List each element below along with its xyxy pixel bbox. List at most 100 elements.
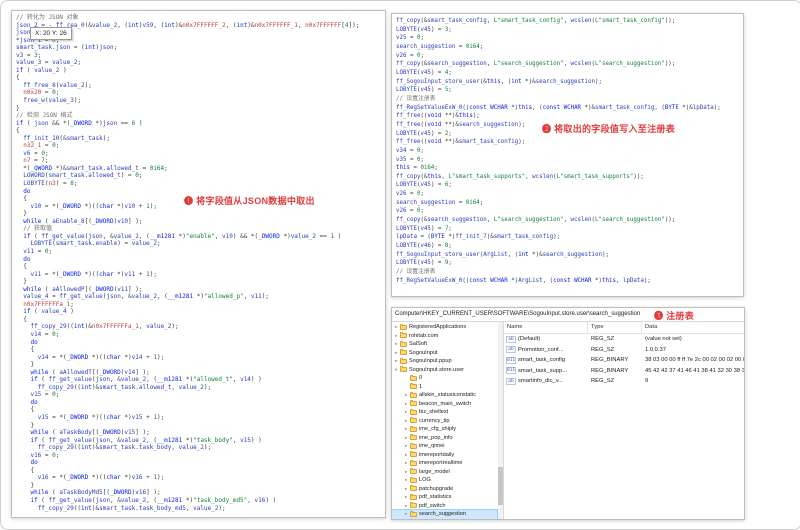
code-line: ff_copy_29((int)&smart_task.task_body_md…: [37, 504, 226, 512]
column-header-type[interactable]: Type: [588, 322, 642, 333]
registry-tree-item[interactable]: ▸ rohitab.com: [392, 332, 497, 341]
tree-scrollbar-thumb[interactable]: [498, 467, 503, 505]
annotation-registry-label: ❸ 注册表: [654, 311, 695, 321]
registry-tree-item[interactable]: ▸ ime_qimei: [392, 442, 497, 451]
value-type: REG_SZ: [591, 378, 615, 385]
value-name: (Default): [518, 336, 541, 343]
code-line: while ( aTaskBodyMd5[(_DWORD)v16] );: [30, 489, 161, 497]
code-line: LOBYTE(n3) = 8;: [23, 180, 78, 188]
registry-tree-item[interactable]: ▸ allskin_statusiconstatic: [392, 391, 497, 400]
folder-icon: [410, 383, 417, 390]
registry-tree-item[interactable]: ▸ SogouInput: [392, 349, 497, 358]
registry-tree-item[interactable]: ▾ SogouInput.store.user: [392, 366, 497, 375]
registry-tree-item[interactable]: ▸ LOG: [392, 476, 497, 485]
code-line: ff_RegSetValueExW_0((const WCHAR *)this,…: [396, 104, 721, 111]
folder-icon: [410, 451, 417, 458]
code-line: // 检测 JSON 格式: [16, 112, 73, 120]
code-line: v3 = 3;: [16, 51, 42, 59]
code-line: // 获取值: [16, 225, 53, 233]
code-line: LOBYTE(v46) = 8;: [396, 243, 452, 250]
code-line: // 设置注册表: [396, 269, 436, 276]
code-line: // 转化为 JSON 对象: [16, 14, 79, 21]
tree-item-label: beacon_main_switch: [419, 400, 472, 407]
tree-item-label: large_model: [419, 468, 450, 475]
code-line: do: [23, 255, 31, 263]
registry-value-row[interactable]: ab Promotion_conf... REG_SZ 1.0.0.37: [504, 345, 744, 356]
registry-value-row[interactable]: ab smartinfo_dic_v... REG_SZ 9: [504, 376, 744, 387]
registry-tree-item[interactable]: ▸ patchupgrade: [392, 485, 497, 494]
code-line: ff_copy(&search_suggestion, L"search_sug…: [396, 217, 676, 224]
registry-tree-item[interactable]: ▸ pdf_statistics: [392, 493, 497, 502]
registry-tree-item[interactable]: ▸ ime_cfg_shiply: [392, 425, 497, 434]
code-line: n0x20 = 0;: [23, 89, 60, 97]
binary-value-icon: 011: [506, 367, 516, 375]
tree-item-label: SogouInput: [409, 349, 438, 356]
registry-tree-item[interactable]: ▸ imereportrealtime: [392, 459, 497, 468]
folder-icon: [410, 434, 417, 441]
registry-value-row[interactable]: 011 smart_task_supp... REG_BINARY 45 42 42 …: [504, 366, 744, 377]
tree-item-label: search_suggestion: [419, 511, 466, 518]
registry-tree-item[interactable]: ▸ imereportdaily: [392, 451, 497, 460]
code-line: LOBYTE(v45) = 7;: [396, 225, 452, 232]
registry-body: ▸ RegisteredApplications ▸ rohitab.com ▸ SalS…: [392, 322, 744, 519]
folder-icon: [400, 332, 407, 339]
code-line: v26 = 0;: [396, 191, 424, 198]
tree-item-label: LOG: [419, 477, 431, 484]
code-line: value_4 = ff_get_value(json, &value_2, (…: [23, 293, 269, 301]
tree-item-label: 1: [419, 383, 423, 390]
value-name-cell: 011 smart_task_config: [504, 356, 588, 364]
tree-item-label: biz_shellext: [419, 409, 449, 416]
code-line: while ( aTaskBody[(_DWORD)v15] );: [30, 429, 150, 437]
registry-tree-item[interactable]: 1: [392, 383, 497, 392]
code-line: *(_QWORD *)&smart_task.allowed_t = 0i64;: [16, 164, 168, 172]
tree-item-label: allskin_statusiconstatic: [419, 392, 476, 399]
code-line: do: [30, 459, 38, 467]
code-line: if ( value_4 ): [23, 308, 74, 316]
code-line: if ( json && *(_DWORD *)json == 6 ): [16, 119, 143, 127]
folder-icon: [410, 442, 417, 449]
tree-item-label: rohitab.com: [409, 332, 439, 339]
tree-item-label: ime_pop_info: [419, 434, 453, 441]
folder-icon: [410, 502, 417, 509]
code-line: v14 = 0;: [30, 330, 60, 338]
code-line: }: [16, 361, 35, 369]
code-line: }: [16, 104, 20, 112]
code-line: v11 = *(_DWORD *)((char *)v11 + 1);: [30, 270, 157, 278]
registry-tree-item[interactable]: ▸ SogouInput.ppup: [392, 357, 497, 366]
registry-tree-item[interactable]: ▸ ime_pop_info: [392, 434, 497, 443]
registry-tree-item[interactable]: 0: [392, 374, 497, 383]
binary-value-icon: 011: [506, 356, 516, 364]
column-header-name[interactable]: Name: [504, 322, 588, 333]
registry-tree-item[interactable]: ▸ currency_tip: [392, 417, 497, 426]
registry-value-row[interactable]: 011 smart_task_config REG_BINARY 38 03 00 0…: [504, 355, 744, 366]
code-line: LOBYTE(v45) = 9;: [396, 260, 452, 267]
code-line: v15 = *(_DWORD *)((char *)v15 + 1);: [37, 413, 165, 421]
registry-tree-item[interactable]: ▸ search_suggestion: [392, 509, 498, 519]
registry-tree-item[interactable]: ▸ pdf_switch: [392, 502, 497, 511]
column-header-data[interactable]: Data: [642, 322, 744, 333]
code-line: free_w(value_3);: [23, 97, 82, 105]
tree-item-label: SogouInput.store.user: [409, 366, 465, 373]
value-name-cell: ab (Default): [504, 335, 588, 343]
registry-tree-item[interactable]: ▸ SalSoft: [392, 340, 497, 349]
code-line: if ( value_2 ): [16, 66, 67, 74]
tree-item-label: currency_tip: [419, 417, 450, 424]
code-line: ff_copy(&smart_task_config, L"smart_task…: [396, 18, 676, 24]
registry-tree-item[interactable]: ▸ RegisteredApplications: [392, 323, 497, 332]
tree-scrollbar-track[interactable]: [498, 322, 503, 519]
tree-item-label: patchupgrade: [419, 485, 454, 492]
registry-value-row[interactable]: ab (Default) REG_SZ (value not set): [504, 334, 744, 345]
pseudocode-listing-right: ff_copy(&smart_task_config, L"smart_task…: [392, 14, 743, 288]
value-name-cell: ab Promotion_conf...: [504, 346, 588, 354]
registry-tree-item[interactable]: ▸ beacon_main_switch: [392, 400, 497, 409]
code-line: if ( ff_get_value(json, &value_2, (__m12…: [30, 436, 262, 444]
folder-icon: [410, 391, 417, 398]
code-line: v11 = 0;: [23, 247, 53, 255]
registry-tree-item[interactable]: ▸ biz_shellext: [392, 408, 497, 417]
value-data: (value not set): [645, 336, 682, 343]
code-line: v34 = 0;: [396, 147, 424, 154]
code-line: v15 = 0;: [30, 391, 60, 399]
code-line: LOBYTE(smart_task.enable) = value_2;: [30, 240, 161, 248]
folder-icon: [410, 400, 417, 407]
registry-tree-item[interactable]: ▸ large_model: [392, 468, 497, 477]
